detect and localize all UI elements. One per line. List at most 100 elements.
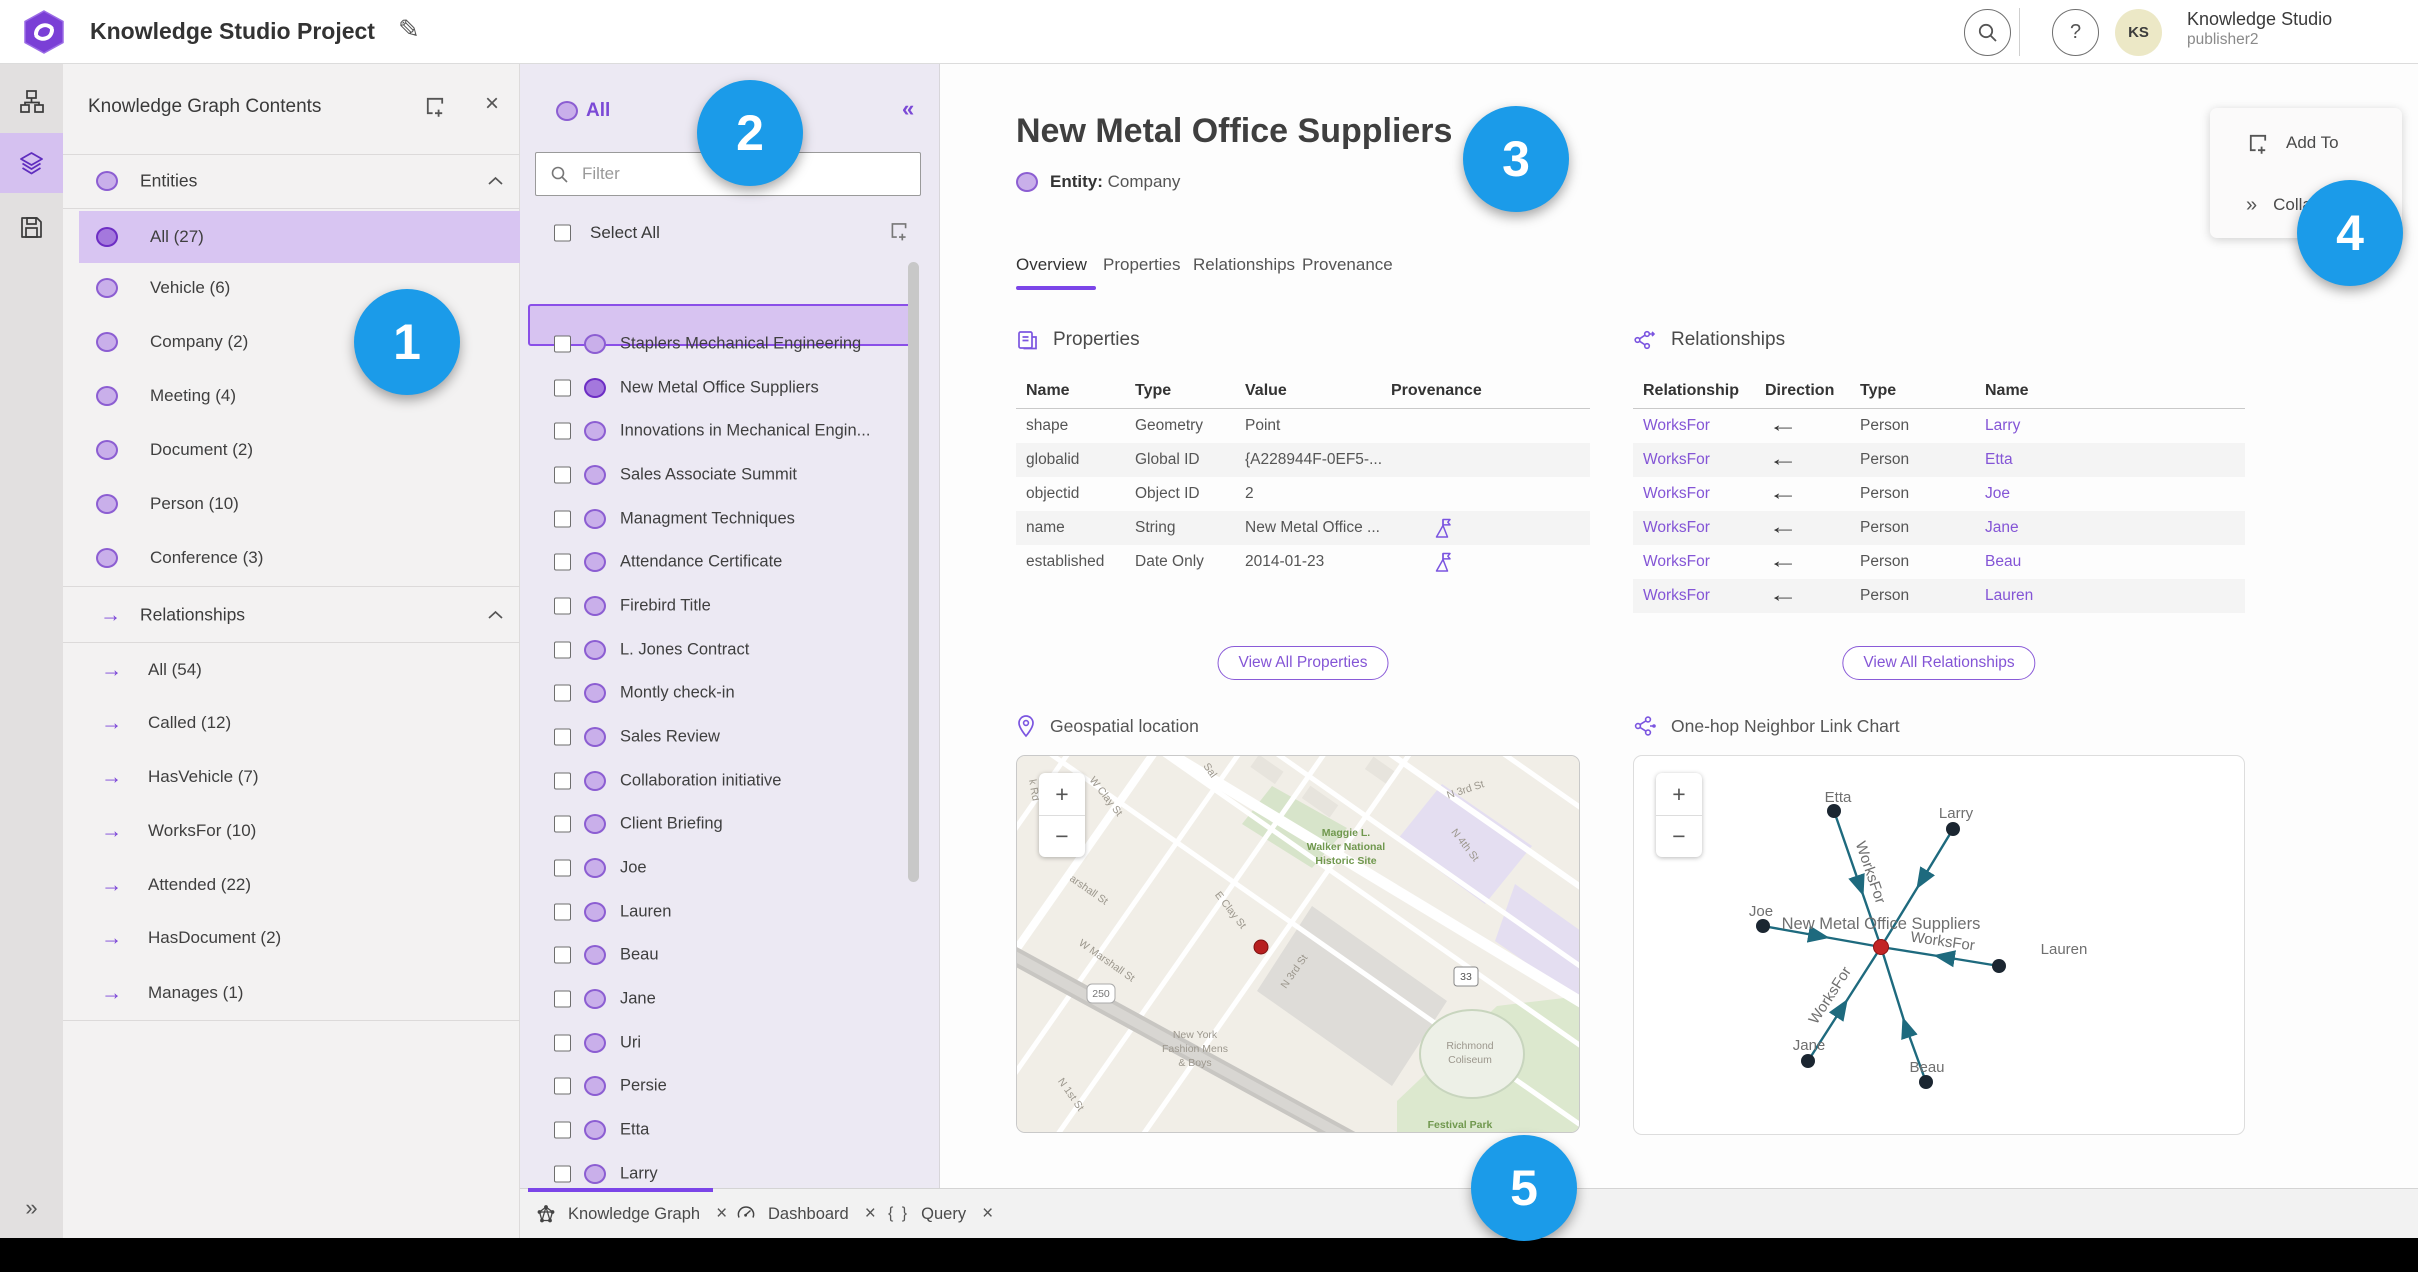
list-item[interactable]: Jane: [520, 978, 940, 1020]
item-checkbox[interactable]: [554, 772, 571, 790]
node-center[interactable]: [1873, 939, 1889, 955]
item-checkbox[interactable]: [554, 466, 571, 484]
tab-relationships[interactable]: Relationships: [1193, 255, 1295, 285]
item-checkbox[interactable]: [554, 728, 571, 746]
zoom-out-button[interactable]: −: [1656, 815, 1702, 857]
sidebar-item-conference[interactable]: Conference (3): [63, 532, 520, 584]
sidebar-item-person[interactable]: Person (10): [63, 478, 520, 530]
close-tab-icon[interactable]: ×: [716, 1203, 727, 1225]
sidebar-item-rel-all[interactable]: → All (54): [63, 644, 520, 696]
user-avatar[interactable]: KS: [2115, 9, 2162, 56]
rail-collapse-button[interactable]: »: [0, 1186, 63, 1230]
item-checkbox[interactable]: [554, 946, 571, 964]
node-larry[interactable]: [1946, 822, 1960, 836]
edit-title-pencil-icon[interactable]: ✎: [398, 14, 420, 45]
list-item[interactable]: Sales Review: [520, 716, 940, 758]
list-item[interactable]: Collaboration initiative: [520, 760, 940, 802]
item-checkbox[interactable]: [554, 422, 571, 440]
item-checkbox[interactable]: [554, 1034, 571, 1052]
item-checkbox[interactable]: [554, 1077, 571, 1095]
close-tab-icon[interactable]: ×: [982, 1203, 993, 1225]
entity-circle-icon: [584, 1033, 606, 1053]
list-item[interactable]: Montly check-in: [520, 672, 940, 714]
zoom-in-button[interactable]: +: [1039, 773, 1085, 815]
node-jane[interactable]: [1801, 1054, 1815, 1068]
list-item[interactable]: Attendance Certificate: [520, 541, 940, 583]
list-item[interactable]: Persie: [520, 1065, 940, 1107]
item-checkbox[interactable]: [554, 641, 571, 659]
sidebar-item-document[interactable]: Document (2): [63, 424, 520, 476]
list-item[interactable]: Etta: [520, 1109, 940, 1151]
rail-item-contents-selected[interactable]: [0, 133, 63, 193]
item-checkbox[interactable]: [554, 990, 571, 1008]
list-item[interactable]: Managment Techniques: [520, 498, 940, 540]
list-item[interactable]: Staplers Mechanical Engineering: [520, 323, 940, 365]
entities-section-header[interactable]: Entities: [63, 155, 520, 207]
rail-item-save[interactable]: [0, 205, 63, 249]
list-item[interactable]: Innovations in Mechanical Engin...: [520, 410, 940, 452]
provenance-flag-icon[interactable]: [1433, 517, 1453, 539]
add-to-action[interactable]: Add To: [2210, 126, 2402, 160]
list-item-selected[interactable]: New Metal Office Suppliers: [520, 367, 940, 409]
sidebar-item-vehicle[interactable]: Vehicle (6): [63, 262, 520, 314]
sidebar-item-attended[interactable]: → Attended (22): [63, 859, 520, 911]
select-all-checkbox[interactable]: [554, 224, 571, 242]
item-checkbox[interactable]: [554, 597, 571, 615]
add-to-button[interactable]: [888, 220, 910, 247]
node-etta[interactable]: [1827, 804, 1841, 818]
collapse-panel-button[interactable]: «: [902, 96, 914, 122]
help-button[interactable]: ?: [2052, 9, 2099, 56]
zoom-out-button[interactable]: −: [1039, 815, 1085, 857]
list-item[interactable]: Sales Associate Summit: [520, 454, 940, 496]
tab-provenance[interactable]: Provenance: [1302, 255, 1393, 285]
view-all-relationships-button[interactable]: View All Relationships: [1842, 646, 2036, 680]
tab-properties[interactable]: Properties: [1103, 255, 1180, 285]
entity-circle-icon: [96, 548, 118, 568]
item-checkbox[interactable]: [554, 335, 571, 353]
list-item[interactable]: Client Briefing: [520, 803, 940, 845]
node-beau[interactable]: [1919, 1075, 1933, 1089]
item-checkbox[interactable]: [554, 510, 571, 528]
geospatial-map[interactable]: + − k Rd W Clay St Sal N 3rd St N 4th St…: [1016, 755, 1580, 1133]
sidebar-item-worksfor[interactable]: → WorksFor (10): [63, 805, 520, 857]
node-joe[interactable]: [1756, 919, 1770, 933]
user-block[interactable]: Knowledge Studio publisher2: [2187, 9, 2332, 49]
relationships-section-header[interactable]: → Relationships: [63, 589, 520, 641]
item-checkbox[interactable]: [554, 815, 571, 833]
node-lauren[interactable]: [1992, 959, 2006, 973]
one-hop-link-chart[interactable]: + − Etta Larry Joe Lauren Jane Beau New …: [1633, 755, 2245, 1135]
view-tab-dashboard[interactable]: Dashboard ×: [736, 1189, 876, 1239]
close-panel-button[interactable]: ×: [485, 90, 499, 118]
sidebar-item-manages[interactable]: → Manages (1): [63, 967, 520, 1019]
tab-overview[interactable]: Overview: [1016, 255, 1087, 285]
sidebar-item-hasdocument[interactable]: → HasDocument (2): [63, 912, 520, 964]
search-button[interactable]: [1964, 9, 2011, 56]
list-item[interactable]: Uri: [520, 1022, 940, 1064]
view-tab-knowledge-graph[interactable]: Knowledge Graph ×: [536, 1189, 727, 1239]
view-all-properties-button[interactable]: View All Properties: [1217, 646, 1389, 680]
list-item[interactable]: Firebird Title: [520, 585, 940, 627]
item-checkbox[interactable]: [554, 379, 571, 397]
sidebar-item-entities-all[interactable]: All (27): [63, 211, 520, 263]
list-scrollbar[interactable]: [908, 262, 919, 882]
list-item[interactable]: Joe: [520, 847, 940, 889]
list-item[interactable]: L. Jones Contract: [520, 629, 940, 671]
list-item[interactable]: Lauren: [520, 891, 940, 933]
list-header-all[interactable]: All: [586, 100, 610, 122]
item-checkbox[interactable]: [554, 903, 571, 921]
rail-item-datamodel[interactable]: [0, 80, 63, 124]
list-item[interactable]: Beau: [520, 934, 940, 976]
sidebar-item-called[interactable]: → Called (12): [63, 697, 520, 749]
item-checkbox[interactable]: [554, 553, 571, 571]
item-checkbox[interactable]: [554, 859, 571, 877]
sidebar-item-hasvehicle[interactable]: → HasVehicle (7): [63, 751, 520, 803]
zoom-in-button[interactable]: +: [1656, 773, 1702, 815]
provenance-flag-icon[interactable]: [1433, 551, 1453, 573]
close-tab-icon[interactable]: ×: [865, 1203, 876, 1225]
item-checkbox[interactable]: [554, 1121, 571, 1139]
view-tab-query[interactable]: { } Query ×: [888, 1189, 993, 1239]
sidebar-item-meeting[interactable]: Meeting (4): [63, 370, 520, 422]
item-checkbox[interactable]: [554, 684, 571, 702]
item-checkbox[interactable]: [554, 1165, 571, 1183]
add-to-new-tab-button[interactable]: [423, 94, 447, 123]
